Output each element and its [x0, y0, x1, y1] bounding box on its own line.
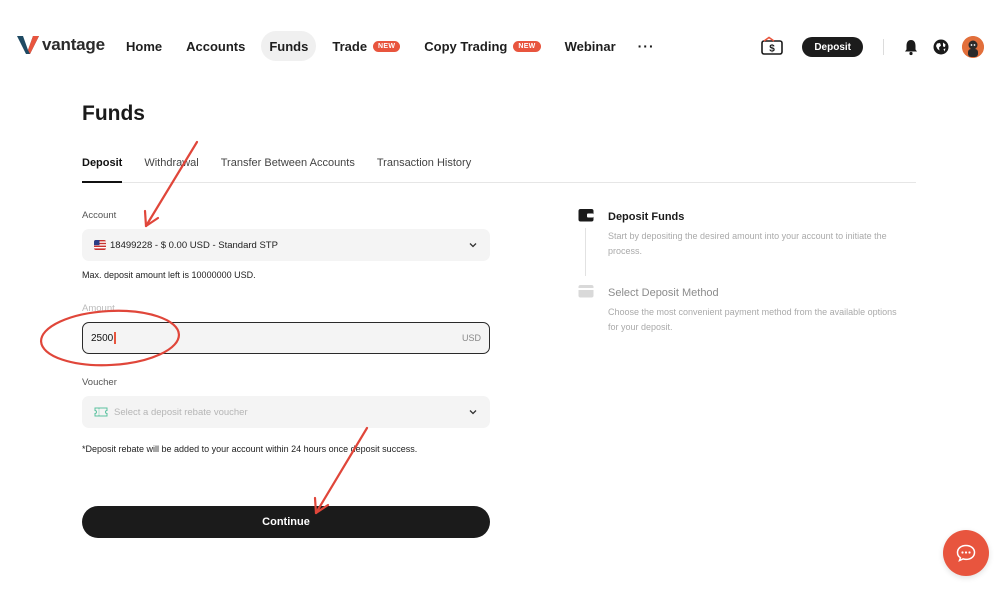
nav-item-accounts[interactable]: Accounts [178, 31, 253, 61]
amount-value: 2500 [91, 332, 114, 344]
divider [883, 39, 884, 55]
us-flag-icon [94, 240, 106, 250]
wallet-icon [578, 209, 594, 222]
funds-tabs: Deposit Withdrawal Transfer Between Acco… [82, 152, 916, 183]
tab-transfer-between-accounts[interactable]: Transfer Between Accounts [221, 152, 355, 183]
toolbar: $ Deposit [760, 34, 984, 60]
rebate-note: *Deposit rebate will be added to your ac… [82, 444, 418, 454]
chat-button[interactable] [943, 530, 989, 576]
deposit-button[interactable]: Deposit [802, 37, 863, 57]
chevron-down-icon [469, 243, 477, 248]
step-desc-select-deposit-method: Choose the most convenient payment metho… [608, 307, 897, 332]
cashback-ticket-icon[interactable]: $ [760, 36, 784, 58]
voucher-select[interactable]: Select a deposit rebate voucher [82, 396, 490, 428]
payment-method-icon [578, 285, 594, 298]
new-badge: NEW [513, 40, 541, 52]
nav-label: Copy Trading [424, 38, 508, 54]
more-menu-icon[interactable]: ··· [632, 38, 661, 54]
user-avatar-icon [962, 36, 984, 58]
nav-item-home[interactable]: Home [118, 31, 170, 61]
bell-icon[interactable] [902, 38, 920, 56]
max-deposit-note: Max. deposit amount left is 10000000 USD… [82, 270, 256, 280]
avatar[interactable] [962, 36, 984, 58]
voucher-label: Voucher [82, 377, 117, 388]
text-caret [114, 332, 116, 344]
top-navigation-bar: vantage Home Accounts Funds Trade NEW Co… [0, 0, 1000, 92]
nav-label: Trade [332, 38, 368, 54]
voucher-ticket-icon [94, 407, 108, 417]
account-select[interactable]: 18499228 - $ 0.00 USD - Standard STP [82, 229, 490, 261]
account-label: Account [82, 210, 117, 221]
amount-field[interactable]: 2500 USD [82, 322, 490, 354]
tab-transaction-history[interactable]: Transaction History [377, 152, 471, 183]
step-title-select-deposit-method: Select Deposit Method [608, 287, 719, 299]
tab-withdrawal[interactable]: Withdrawal [144, 152, 198, 183]
nav-label: Funds [269, 38, 309, 54]
svg-text:$: $ [770, 44, 776, 55]
globe-icon[interactable] [932, 38, 950, 56]
annotation-arrow-continue [313, 426, 369, 515]
nav-item-trade[interactable]: Trade NEW [324, 31, 408, 61]
nav-item-funds[interactable]: Funds [261, 31, 317, 61]
vantage-logo[interactable]: vantage [16, 34, 105, 56]
brand-name: vantage [42, 35, 105, 54]
step-title-deposit-funds: Deposit Funds [608, 211, 685, 223]
account-select-value: 18499228 - $ 0.00 USD - Standard STP [110, 239, 278, 251]
continue-button[interactable]: Continue [82, 506, 490, 538]
new-badge: NEW [373, 40, 401, 52]
step-desc-deposit-funds: Start by depositing the desired amount i… [608, 231, 887, 256]
step-connector [585, 228, 586, 276]
nav-item-copy-trading[interactable]: Copy Trading NEW [416, 31, 548, 61]
page-title: Funds [82, 102, 145, 125]
main-nav: Home Accounts Funds Trade NEW Copy Tradi… [118, 31, 661, 61]
nav-item-webinar[interactable]: Webinar [557, 31, 624, 61]
vantage-v-logo-icon [17, 36, 39, 54]
amount-currency: USD [461, 333, 481, 343]
voucher-placeholder: Select a deposit rebate voucher [114, 406, 248, 418]
nav-label: Home [126, 38, 163, 54]
chat-bubble-icon [956, 544, 976, 562]
chevron-down-icon [469, 410, 477, 415]
nav-label: Accounts [186, 38, 246, 54]
amount-label: Amount [82, 303, 115, 314]
tab-deposit[interactable]: Deposit [82, 152, 123, 183]
nav-label: Webinar [564, 38, 616, 54]
